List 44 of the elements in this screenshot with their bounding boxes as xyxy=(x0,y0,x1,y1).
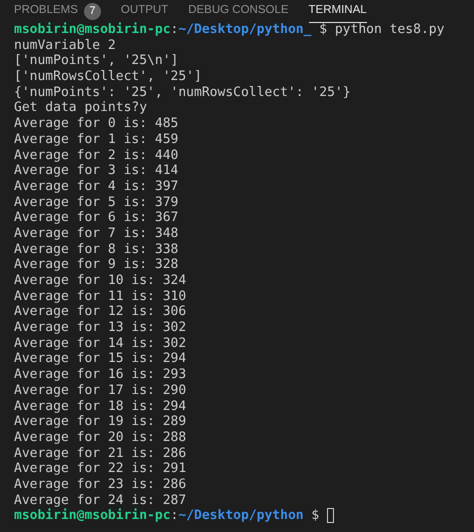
output-line: Average for 9 is: 328 xyxy=(14,257,178,273)
output-line: Average for 12 is: 306 xyxy=(14,304,186,320)
output-line: Average for 14 is: 302 xyxy=(14,336,186,352)
prompt-user-host: msobirin@msobirin-pc xyxy=(14,508,171,524)
prompt-path: ~/Desktop/python xyxy=(178,508,304,524)
prompt-separator: : xyxy=(170,22,178,38)
output-line: Get data points?y xyxy=(14,100,148,116)
panel-tab[interactable]: TERMINAL xyxy=(308,0,367,23)
output-line: Average for 21 is: 286 xyxy=(14,446,186,462)
panel-tab[interactable]: DEBUG CONSOLE xyxy=(188,0,289,23)
output-line: Average for 24 is: 287 xyxy=(14,492,186,508)
output-line: ['numPoints', '25\n'] xyxy=(14,53,178,70)
output-line: ['numRowsCollect', '25'] xyxy=(14,69,202,85)
prompt-separator: : xyxy=(170,508,178,524)
output-line: Average for 2 is: 440 xyxy=(14,148,178,164)
output-line: Average for 3 is: 414 xyxy=(14,163,178,179)
output-line: Average for 20 is: 288 xyxy=(14,430,186,446)
command-text: python tes8.py xyxy=(334,22,444,38)
output-line: Average for 15 is: 294 xyxy=(14,351,186,368)
output-line: Average for 22 is: 291 xyxy=(14,461,186,477)
output-line: Average for 19 is: 289 xyxy=(14,414,186,430)
output-line: Average for 6 is: 367 xyxy=(14,210,178,226)
output-line: Average for 17 is: 290 xyxy=(14,382,186,398)
output-line: Average for 7 is: 348 xyxy=(14,226,178,242)
prompt-symbol: $ xyxy=(311,508,320,524)
output-line: Average for 13 is: 302 xyxy=(14,320,186,336)
panel-tab[interactable]: PROBLEMS xyxy=(14,0,78,23)
output-line: Average for 10 is: 324 xyxy=(14,273,186,289)
output-line: Average for 8 is: 338 xyxy=(14,242,178,258)
count-badge: 7 xyxy=(84,2,101,20)
output-line: Average for 1 is: 459 xyxy=(14,132,178,148)
output-line: numVariable 2 xyxy=(14,38,116,54)
prompt-path: ~/Desktop/python_ xyxy=(178,22,312,38)
output-line: Average for 0 is: 485 xyxy=(14,116,178,132)
prompt-symbol: $ xyxy=(319,22,328,38)
output-line: Average for 4 is: 397 xyxy=(14,178,178,195)
panel-tab[interactable]: OUTPUT xyxy=(120,0,168,23)
output-line: Average for 5 is: 379 xyxy=(14,194,178,210)
prompt-user-host: msobirin@msobirin-pc xyxy=(14,22,171,38)
output-line: Average for 18 is: 294 xyxy=(14,398,186,414)
output-line: {'numPoints': '25', 'numRowsCollect': '25'} xyxy=(14,84,351,100)
output-line: Average for 23 is: 286 xyxy=(14,476,186,493)
output-line: Average for 11 is: 310 xyxy=(14,288,186,304)
output-line: Average for 16 is: 293 xyxy=(14,367,186,383)
